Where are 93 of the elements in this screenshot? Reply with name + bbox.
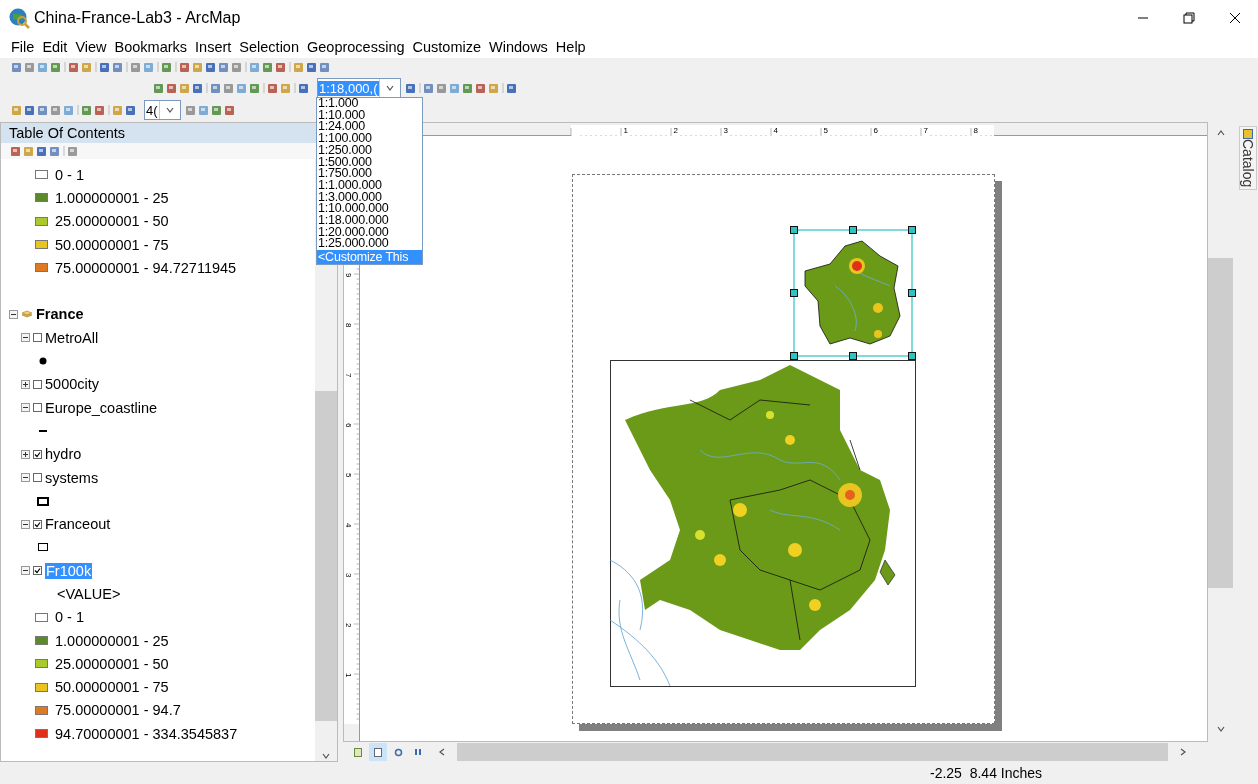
group-label[interactable]: France xyxy=(36,306,84,323)
expander-toggle[interactable] xyxy=(21,566,30,576)
legend-label: 75.00000001 - 94.72711945 xyxy=(55,259,237,276)
legend-heading: <VALUE> xyxy=(57,586,121,602)
legend-label: 25.00000001 - 50 xyxy=(55,655,169,672)
layer-checkbox[interactable] xyxy=(33,566,42,576)
ruler-number: 3 xyxy=(723,126,729,135)
ruler-number: 6 xyxy=(344,423,354,428)
globe-icon xyxy=(8,7,30,29)
catalog-icon xyxy=(1243,129,1254,139)
window-title: China-France-Lab3 - ArcMap xyxy=(34,9,242,27)
layer-label[interactable]: hydro xyxy=(45,446,82,463)
layer-label[interactable]: 5000city xyxy=(45,376,99,393)
ruler-number: 5 xyxy=(344,473,354,478)
layer-label[interactable]: Franceout xyxy=(45,516,111,533)
catalog-tab[interactable]: Catalog xyxy=(1239,126,1258,191)
ruler-number: 4 xyxy=(773,126,779,135)
dropdown-option[interactable]: 1:750.000 xyxy=(317,168,422,180)
dropdown-option[interactable]: 1:100.000 xyxy=(317,133,422,145)
expander-toggle[interactable] xyxy=(21,333,30,343)
dropdown-option[interactable]: 1:10.000 xyxy=(317,109,422,122)
menu-item[interactable]: Geoprocessing xyxy=(306,39,406,55)
ruler-number: 3 xyxy=(344,573,354,578)
menu-item[interactable]: Customize xyxy=(411,39,483,55)
horizontal-scrollbar[interactable] xyxy=(457,743,1169,761)
ruler-number: 1 xyxy=(344,673,354,678)
legend-label: 0 - 1 xyxy=(55,166,84,183)
france-map-selection-drawing[interactable] xyxy=(790,226,917,360)
menu-item[interactable]: Bookmarks xyxy=(113,39,189,55)
dropdown-option[interactable]: 1:24.000 xyxy=(317,121,422,134)
dropdown-option[interactable]: 1:10.000.000 xyxy=(317,203,422,216)
menu-item[interactable]: View xyxy=(74,39,108,55)
menu-item[interactable]: Edit xyxy=(41,39,69,55)
page-icon xyxy=(374,747,383,757)
dropdown-option[interactable]: 1:25.000.000 xyxy=(317,238,422,251)
layout-view-button[interactable] xyxy=(369,743,388,761)
coordinates-readout: -2.25 8.44 Inches xyxy=(930,765,1043,781)
expander-toggle[interactable] xyxy=(21,449,30,459)
ruler-number: 5 xyxy=(823,126,829,135)
menu-item[interactable]: Selection xyxy=(238,39,300,55)
dropdown-option[interactable]: 1:18.000.000 xyxy=(317,215,422,227)
dropdown-option[interactable]: 1:20.000.000 xyxy=(317,226,422,239)
ruler-number: 9 xyxy=(344,273,354,278)
zoom-combo[interactable]: 4( xyxy=(144,100,181,120)
ruler-number: 2 xyxy=(344,623,354,628)
layer-checkbox[interactable] xyxy=(33,449,42,459)
dropdown-option[interactable]: 1:250.000 xyxy=(317,144,422,157)
layer-checkbox[interactable] xyxy=(33,403,42,413)
scroll-down-icon[interactable] xyxy=(321,751,332,761)
layers-icon xyxy=(21,309,33,320)
menu-item[interactable]: Windows xyxy=(488,39,549,55)
pause-icon xyxy=(415,748,422,756)
expander-toggle[interactable] xyxy=(21,379,30,389)
legend-label: 94.70000001 - 334.3545837 xyxy=(55,725,238,742)
expander-toggle[interactable] xyxy=(21,473,30,482)
ruler-number: 6 xyxy=(873,126,879,135)
page-icon xyxy=(354,747,363,757)
dropdown-option[interactable]: 1:1.000 xyxy=(317,98,422,110)
legend-label: 1.000000001 - 25 xyxy=(55,189,169,206)
menu-item[interactable]: File xyxy=(10,39,36,55)
box-symbol-icon xyxy=(36,542,50,553)
dropdown-option[interactable]: 1:1.000.000 xyxy=(317,179,422,192)
layer-checkbox[interactable] xyxy=(33,379,42,389)
ruler-number: 8 xyxy=(973,126,979,135)
expander-toggle[interactable] xyxy=(9,309,18,319)
scroll-down-icon[interactable] xyxy=(1215,724,1226,734)
expander-toggle[interactable] xyxy=(21,403,30,413)
menu-item[interactable]: Help xyxy=(554,39,587,55)
dropdown-option[interactable]: 1:3.000.000 xyxy=(317,191,422,204)
layer-checkbox[interactable] xyxy=(33,333,42,343)
legend-label: 50.00000001 - 75 xyxy=(55,236,169,253)
box-symbol-icon xyxy=(36,495,50,506)
legend-label: 25.00000001 - 50 xyxy=(55,213,169,230)
legend-label: 75.00000001 - 94.7 xyxy=(55,702,181,719)
legend-label: 0 - 1 xyxy=(55,609,84,626)
layer-checkbox[interactable] xyxy=(33,519,42,529)
dropdown-option[interactable]: 1:500.000 xyxy=(317,156,422,169)
expander-toggle[interactable] xyxy=(21,519,30,529)
layer-label[interactable]: Europe_coastline xyxy=(45,399,158,416)
ruler-number: 2 xyxy=(673,126,679,135)
ruler-number: 1 xyxy=(623,126,629,135)
legend-label: 50.00000001 - 75 xyxy=(55,679,169,696)
ruler-number: 7 xyxy=(923,126,929,135)
layer-label[interactable]: MetroAll xyxy=(45,329,99,346)
scroll-up-icon[interactable] xyxy=(1215,128,1226,138)
menu-item[interactable]: Insert xyxy=(194,39,233,55)
layer-checkbox[interactable] xyxy=(33,473,42,482)
legend-label: 1.000000001 - 25 xyxy=(55,632,169,649)
layer-label[interactable]: systems xyxy=(45,469,99,486)
ruler-number: 4 xyxy=(344,523,354,528)
refresh-icon xyxy=(393,747,403,757)
ruler-number: 7 xyxy=(344,373,354,378)
ruler-number: 8 xyxy=(344,323,354,328)
